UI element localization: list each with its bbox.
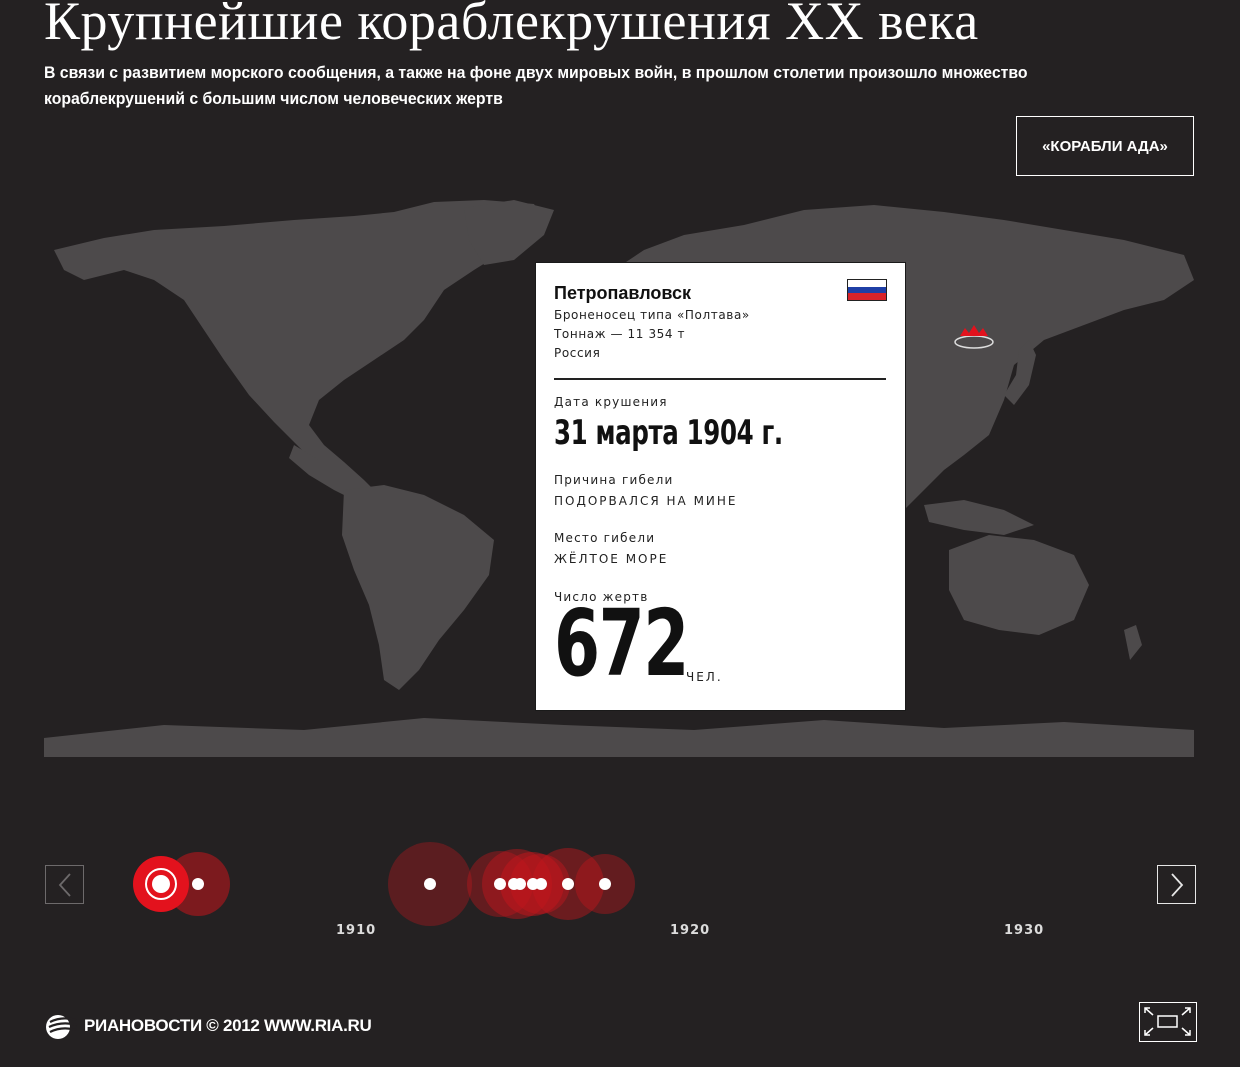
fullscreen-button[interactable] bbox=[1139, 1002, 1197, 1042]
antarctica-landmass bbox=[44, 718, 1194, 757]
place-value: ЖЁЛТОЕ МОРЕ bbox=[554, 552, 669, 566]
timeline-prev-button[interactable] bbox=[45, 865, 84, 904]
page-title: Крупнейшие кораблекрушения XX века bbox=[44, 0, 979, 51]
timeline-event bbox=[535, 878, 547, 890]
timeline-event-selected[interactable] bbox=[133, 856, 189, 912]
timeline-year-1920: 1920 bbox=[670, 923, 711, 938]
page-subtitle: В связи с развитием морского сообщения, … bbox=[44, 63, 1028, 108]
flag-stripe-blue bbox=[848, 286, 886, 294]
flag-stripe-red bbox=[848, 293, 886, 300]
australia-landmass bbox=[949, 535, 1089, 635]
ship-type: Броненосец типа «Полтава» bbox=[554, 308, 750, 322]
place-label: Место гибели bbox=[554, 531, 656, 545]
cause-label: Причина гибели bbox=[554, 473, 674, 487]
fullscreen-icon bbox=[1144, 1007, 1191, 1036]
timeline-year-1910: 1910 bbox=[336, 923, 377, 938]
timeline-event bbox=[424, 878, 436, 890]
timeline-event bbox=[562, 878, 574, 890]
new-zealand-landmass bbox=[1124, 625, 1142, 660]
ria-logo-icon bbox=[46, 1015, 78, 1039]
chevron-left-icon bbox=[58, 872, 71, 897]
ship-info-card: Петропавловск Броненосец типа «Полтава» … bbox=[535, 262, 906, 711]
cause-value: ПОДОРВАЛСЯ НА МИНЕ bbox=[554, 494, 738, 508]
timeline-event bbox=[192, 878, 204, 890]
footer-brand[interactable]: РИАНОВОСТИ © 2012 WWW.RIA.RU bbox=[44, 1012, 372, 1040]
timeline-event bbox=[514, 878, 526, 890]
south-america-landmass bbox=[342, 485, 494, 690]
footer-brand-text: РИАНОВОСТИ © 2012 WWW.RIA.RU bbox=[84, 1016, 372, 1035]
victims-value: 672 bbox=[554, 590, 689, 697]
timeline-event bbox=[494, 878, 506, 890]
timeline-event bbox=[599, 878, 611, 890]
victims-unit: ЧЕЛ. bbox=[686, 670, 723, 684]
timeline-next-button[interactable] bbox=[1157, 865, 1196, 904]
ship-tonnage: Тоннаж — 11 354 т bbox=[554, 327, 686, 341]
date-value: 31 марта 1904 г. bbox=[554, 413, 783, 453]
timeline[interactable] bbox=[0, 840, 1240, 950]
hell-ships-button[interactable]: «КОРАБЛИ АДА» bbox=[1016, 116, 1194, 176]
ship-country: Россия bbox=[554, 346, 601, 360]
chevron-right-icon bbox=[1170, 872, 1183, 897]
flag-stripe-white bbox=[848, 280, 886, 287]
russia-flag-icon bbox=[847, 279, 887, 301]
timeline-year-1930: 1930 bbox=[1004, 923, 1045, 938]
ship-name: Петропавловск bbox=[554, 283, 692, 303]
card-divider bbox=[554, 378, 886, 380]
indonesia-landmass bbox=[924, 500, 1034, 535]
date-label: Дата крушения bbox=[554, 395, 668, 409]
